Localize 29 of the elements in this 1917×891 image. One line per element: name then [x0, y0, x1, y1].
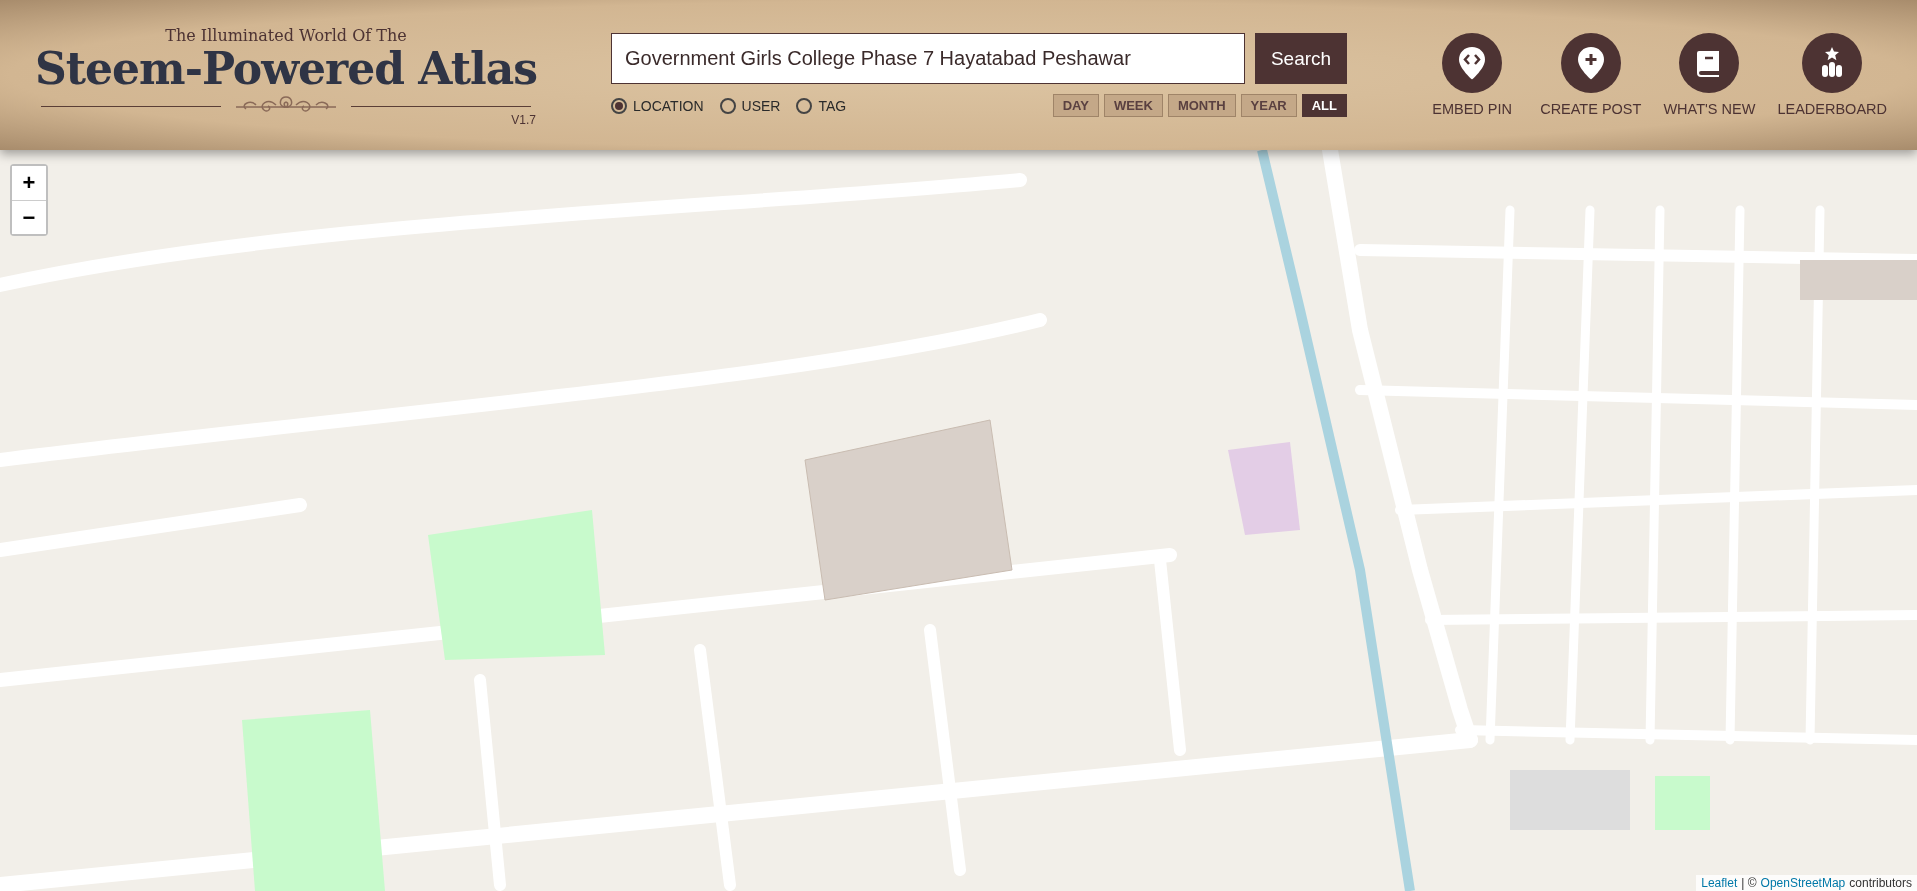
radio-label: LOCATION — [633, 97, 704, 114]
radio-button[interactable] — [796, 97, 813, 114]
openstreetmap-link[interactable]: OpenStreetMap — [1760, 876, 1846, 890]
version-label: V1.7 — [511, 113, 536, 128]
attribution-separator: | © — [1741, 876, 1757, 890]
period-button[interactable]: YEAR — [1240, 94, 1297, 117]
logo-tagline: The Illuminated World Of The — [165, 26, 407, 45]
action-button[interactable]: WHAT'S NEW — [1661, 33, 1758, 117]
period-button[interactable]: DAY — [1052, 94, 1099, 117]
radio-button[interactable] — [719, 97, 736, 114]
book-icon — [1679, 33, 1740, 93]
search-button[interactable]: Search — [1255, 33, 1347, 84]
leaderboard-icon — [1802, 33, 1863, 93]
add-pin-icon — [1560, 33, 1621, 93]
attribution-text: contributors — [1849, 876, 1912, 890]
period-button[interactable]: MONTH — [1167, 94, 1236, 117]
leaflet-link[interactable]: Leaflet — [1701, 876, 1738, 890]
code-pin-icon — [1442, 33, 1503, 93]
radio-label: TAG — [818, 97, 847, 114]
radio-button[interactable] — [611, 97, 627, 114]
action-button[interactable]: CREATE POST — [1540, 33, 1642, 117]
zoom-out-button[interactable]: − — [12, 200, 46, 234]
period-button[interactable]: ALL — [1301, 94, 1347, 117]
action-button[interactable]: EMBED PIN — [1424, 33, 1521, 117]
radio-label: USER — [741, 97, 781, 114]
action-button[interactable]: LEADERBOARD — [1777, 33, 1887, 117]
search-field[interactable]: Government Girls College Phase 7 Hayatabad Peshawar — [611, 33, 1245, 84]
logo-title: Steem-Powered Atlas — [35, 45, 537, 94]
period-button[interactable]: WEEK — [1103, 94, 1163, 117]
